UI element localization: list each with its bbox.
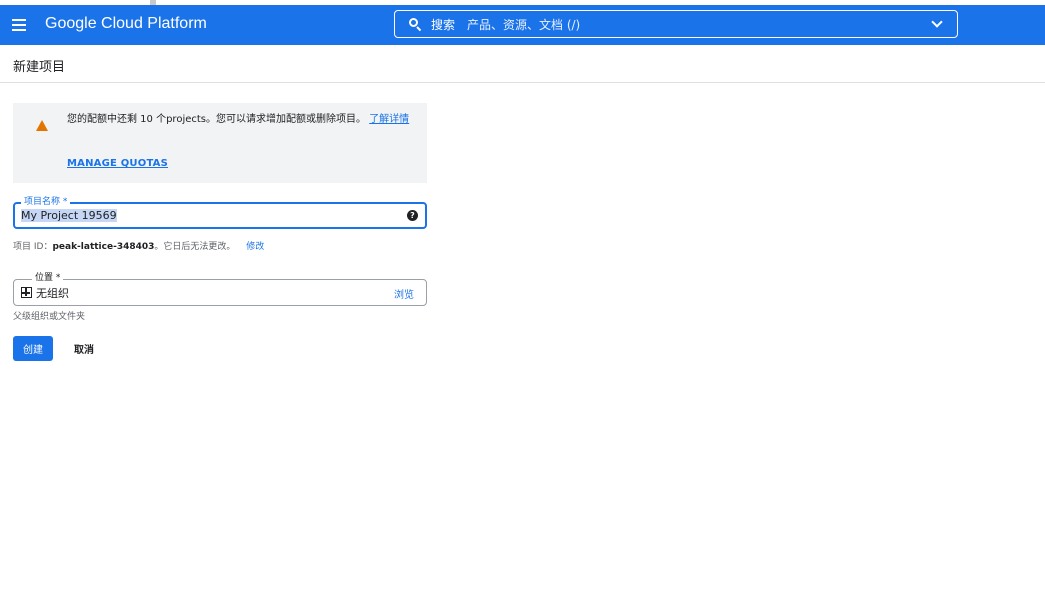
location-label: 位置 * [32,272,64,284]
hamburger-menu-icon[interactable] [11,17,27,33]
organization-icon [21,287,32,298]
app-title[interactable]: Google Cloud Platform [45,15,207,33]
quota-alert-text: 您的配额中还剩 10 个projects。您可以请求增加配额或删除项目。 了解详… [67,112,417,127]
help-icon[interactable]: ? [407,210,418,221]
app-bar: Google Cloud Platform 搜索 产品、资源、文档 (/) [0,5,1045,45]
warning-icon [35,119,49,131]
search-label: 搜索 [431,18,456,32]
project-name-field[interactable]: 项目名称 * My Project 19569 ? [13,196,427,229]
search-bar[interactable]: 搜索 产品、资源、文档 (/) [394,10,958,38]
project-id-prefix: 项目 ID： [13,242,53,252]
manage-quotas-link[interactable]: MANAGE QUOTAS [67,158,168,169]
page-title: 新建项目 [13,60,66,75]
search-icon [409,18,422,32]
project-name-label: 项目名称 * [21,196,71,208]
search-hint: 产品、资源、文档 (/) [467,18,581,32]
edit-project-id-link[interactable]: 修改 [246,242,264,252]
project-id-line: 项目 ID：peak-lattice-348403。它日后无法更改。 修改 [13,239,264,252]
page-header: 新建项目 [0,45,1045,83]
location-helper-text: 父级组织或文件夹 [13,312,86,322]
learn-more-link[interactable]: 了解详情 [369,114,409,125]
project-id-suffix: 。它日后无法更改。 [154,242,236,252]
location-value: 无组织 [36,287,69,300]
browse-button[interactable]: 浏览 [394,286,414,301]
quota-alert-message: 您的配额中还剩 10 个projects。您可以请求增加配额或删除项目。 [67,114,366,125]
project-id-value: peak-lattice-348403 [52,242,155,252]
chevron-down-icon[interactable] [931,18,943,30]
create-button[interactable]: 创建 [13,336,53,361]
project-name-input[interactable]: My Project 19569 [21,209,117,222]
quota-alert: 您的配额中还剩 10 个projects。您可以请求增加配额或删除项目。 了解详… [13,103,427,183]
cancel-button[interactable]: 取消 [64,336,104,361]
project-name-value: My Project 19569 [21,209,117,222]
location-field[interactable]: 位置 * 无组织 浏览 [13,272,427,306]
